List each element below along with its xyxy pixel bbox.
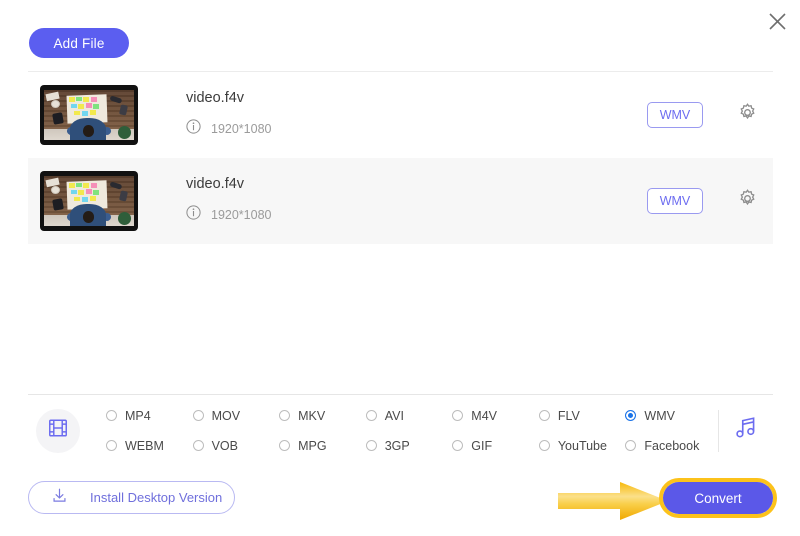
convert-area: Convert — [659, 478, 777, 518]
music-note-icon — [733, 415, 759, 446]
format-option-mkv[interactable]: MKV — [279, 405, 366, 427]
format-option-facebook[interactable]: Facebook — [625, 435, 712, 457]
format-option-mpg[interactable]: MPG — [279, 435, 366, 457]
file-name: video.f4v — [186, 89, 245, 106]
format-option-wmv[interactable]: WMV — [625, 405, 712, 427]
install-desktop-version-label: Install Desktop Version — [90, 490, 223, 505]
format-option-label: FLV — [557, 408, 580, 423]
radio-icon — [365, 410, 377, 421]
format-option-label: 3GP — [384, 438, 410, 453]
format-option-mp4[interactable]: MP4 — [106, 405, 193, 427]
download-icon — [51, 487, 68, 509]
radio-icon — [625, 440, 637, 451]
format-option-label: MKV — [298, 408, 326, 423]
format-option-vob[interactable]: VOB — [192, 435, 280, 457]
format-option-label: GIF — [471, 438, 493, 453]
table-row[interactable]: video.f4v 1920*1080 WMV — [28, 72, 773, 158]
format-option-label: M4V — [471, 408, 497, 423]
close-window-button[interactable] — [754, 0, 800, 42]
close-icon — [768, 12, 787, 31]
format-option-gif[interactable]: GIF — [452, 435, 539, 457]
install-desktop-version-button[interactable]: Install Desktop Version — [28, 481, 235, 514]
row-settings-button[interactable] — [735, 189, 759, 213]
format-option-label: WMV — [644, 408, 675, 423]
radio-icon — [106, 410, 117, 421]
video-thumbnail[interactable] — [40, 171, 138, 231]
radio-icon — [192, 410, 204, 421]
file-resolution: 1920*1080 — [211, 208, 272, 222]
add-file-area: Add File — [29, 28, 129, 58]
format-option-label: MOV — [211, 408, 241, 423]
format-options-grid: MP4 MOV MKV AVI M4V FLV WMV WEBM VOB MPG… — [106, 405, 712, 457]
format-option-label: WEBM — [125, 438, 164, 453]
file-sub-info: 1920*1080 — [186, 119, 647, 139]
format-option-youtube[interactable]: YouTube — [538, 435, 626, 457]
format-option-avi[interactable]: AVI — [365, 405, 453, 427]
arrow-right-highlight-icon — [556, 480, 672, 522]
video-format-tab[interactable] — [36, 408, 80, 453]
format-option-label: Facebook — [644, 438, 700, 453]
format-option-mov[interactable]: MOV — [192, 405, 280, 427]
format-option-m4v[interactable]: M4V — [452, 405, 539, 427]
format-option-flv[interactable]: FLV — [538, 405, 626, 427]
file-meta: video.f4v 1920*1080 — [138, 177, 647, 226]
video-thumbnail[interactable] — [40, 85, 138, 145]
convert-button[interactable]: Convert — [663, 482, 773, 514]
row-format-badge[interactable]: WMV — [647, 188, 703, 214]
file-list: video.f4v 1920*1080 WMV video.f4v 1920*1… — [28, 72, 773, 244]
format-option-label: MP4 — [125, 408, 151, 423]
info-circle-icon[interactable] — [186, 119, 201, 139]
format-bar: MP4 MOV MKV AVI M4V FLV WMV WEBM VOB MPG… — [28, 395, 773, 466]
radio-icon — [279, 440, 291, 451]
table-row[interactable]: video.f4v 1920*1080 WMV — [28, 158, 773, 244]
film-strip-icon — [47, 417, 69, 444]
radio-icon — [452, 410, 464, 421]
add-file-button[interactable]: Add File — [29, 28, 129, 58]
format-option-label: YouTube — [557, 438, 607, 453]
format-option-label: VOB — [211, 438, 238, 453]
row-settings-button[interactable] — [735, 103, 759, 127]
radio-icon — [538, 410, 550, 421]
radio-icon — [365, 440, 377, 451]
format-option-3gp[interactable]: 3GP — [365, 435, 453, 457]
format-option-label: MPG — [298, 438, 327, 453]
radio-icon — [625, 410, 637, 421]
format-option-webm[interactable]: WEBM — [106, 435, 193, 457]
radio-icon — [452, 440, 464, 451]
audio-format-tab[interactable] — [719, 415, 773, 446]
format-option-label: AVI — [384, 408, 404, 423]
radio-icon — [106, 440, 117, 451]
file-meta: video.f4v 1920*1080 — [138, 91, 647, 140]
file-resolution: 1920*1080 — [211, 122, 272, 136]
info-circle-icon[interactable] — [186, 205, 201, 225]
row-format-badge[interactable]: WMV — [647, 102, 703, 128]
gear-icon — [737, 188, 758, 214]
radio-icon — [538, 440, 550, 451]
file-sub-info: 1920*1080 — [186, 205, 647, 225]
radio-icon — [279, 410, 291, 421]
radio-icon — [192, 440, 204, 451]
gear-icon — [737, 102, 758, 128]
file-name: video.f4v — [186, 175, 245, 192]
